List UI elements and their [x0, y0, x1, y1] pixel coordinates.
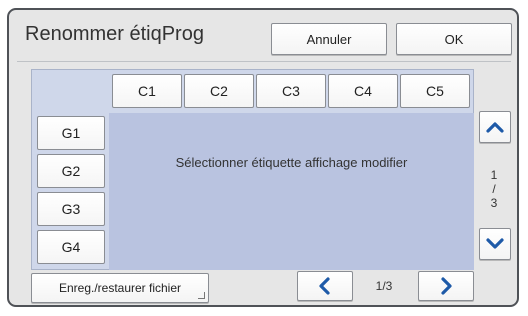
instruction-message: Sélectionner étiquette affichage modifie… [175, 155, 408, 170]
side-page-total: 3 [490, 196, 498, 210]
previous-page-button[interactable] [297, 271, 353, 301]
column-c1-button[interactable]: C1 [112, 74, 182, 108]
chevron-left-icon [319, 277, 330, 295]
label-grid-panel: C1 C2 C3 C4 C5 G1 G2 G3 G4 Sélectionner … [31, 69, 474, 270]
side-page-indicator: 1 / 3 [479, 168, 509, 210]
cancel-button[interactable]: Annuler [271, 23, 387, 55]
save-restore-file-label: Enreg./restaurer fichier [58, 281, 182, 295]
header-divider [17, 61, 511, 62]
row-g2-button[interactable]: G2 [37, 154, 105, 188]
column-c2-button[interactable]: C2 [184, 74, 254, 108]
save-restore-file-button[interactable]: Enreg./restaurer fichier [31, 273, 209, 303]
column-c5-button[interactable]: C5 [400, 74, 470, 108]
corner-mark-icon [198, 292, 205, 299]
side-page-current: 1 [490, 168, 498, 182]
next-page-button[interactable] [418, 271, 474, 301]
page-indicator: 1/3 [375, 279, 393, 293]
ok-button[interactable]: OK [396, 23, 512, 55]
chevron-right-icon [441, 277, 452, 295]
side-page-separator: / [492, 182, 496, 196]
row-g1-button[interactable]: G1 [37, 116, 105, 150]
row-g3-button[interactable]: G3 [37, 192, 105, 226]
rename-dialog: Renommer étiqProg Annuler OK C1 C2 C3 C4… [7, 8, 519, 307]
column-c4-button[interactable]: C4 [328, 74, 398, 108]
row-g4-button[interactable]: G4 [37, 230, 105, 264]
chevron-up-icon [486, 122, 504, 133]
scroll-down-button[interactable] [479, 228, 511, 260]
scroll-up-button[interactable] [479, 111, 511, 143]
chevron-down-icon [486, 238, 504, 249]
dialog-title: Renommer étiqProg [25, 23, 204, 45]
label-grid-area: Sélectionner étiquette affichage modifie… [109, 113, 474, 270]
column-c3-button[interactable]: C3 [256, 74, 326, 108]
